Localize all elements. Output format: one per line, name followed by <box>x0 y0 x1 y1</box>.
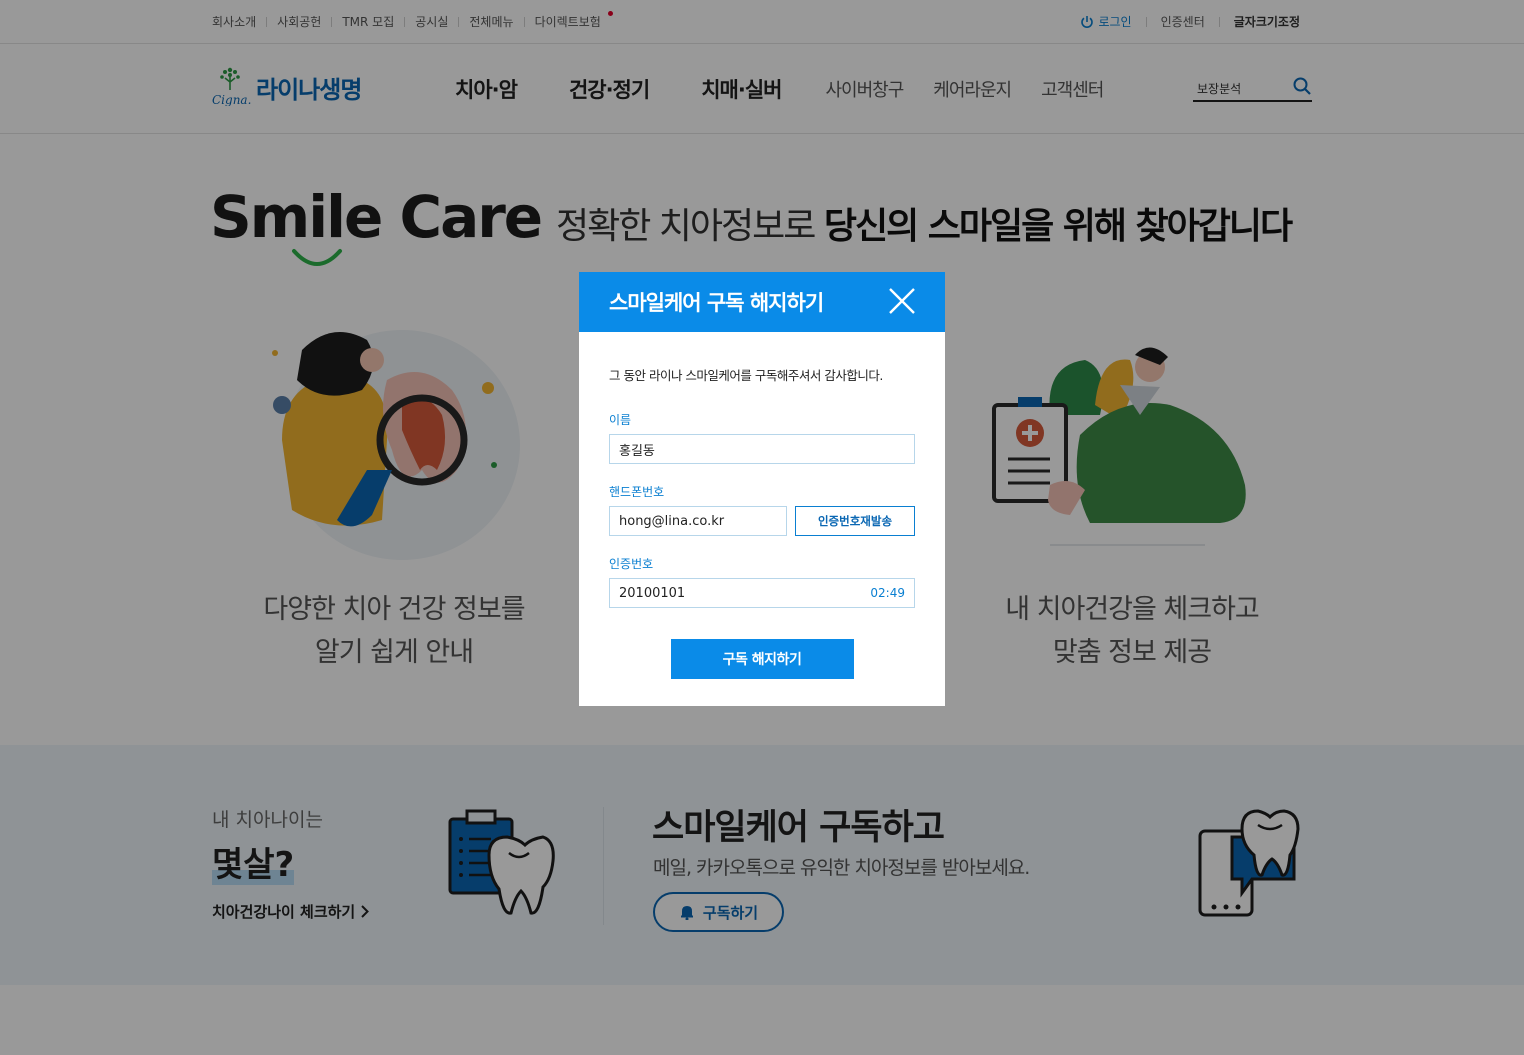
code-label: 인증번호 <box>609 557 654 571</box>
phone-row: 인증번호재발송 <box>609 506 915 536</box>
code-timer: 02:49 <box>870 586 905 600</box>
close-icon[interactable] <box>889 288 915 314</box>
code-field-box: 02:49 <box>609 578 915 608</box>
unsubscribe-modal: 스마일케어 구독 해지하기 그 동안 라이나 스마일케어를 구독해주셔서 감사합… <box>579 272 945 706</box>
resend-code-button[interactable]: 인증번호재발송 <box>795 506 915 536</box>
name-field-box <box>609 434 915 464</box>
name-label: 이름 <box>609 413 632 427</box>
thanks-message: 그 동안 라이나 스마일케어를 구독해주셔서 감사합니다. <box>609 368 883 383</box>
modal-header: 스마일케어 구독 해지하기 <box>579 272 945 332</box>
modal-title: 스마일케어 구독 해지하기 <box>609 291 824 315</box>
phone-input[interactable] <box>619 513 777 529</box>
name-input[interactable] <box>619 441 905 457</box>
code-input[interactable] <box>619 585 905 601</box>
phone-field-box <box>609 506 787 536</box>
modal-body: 그 동안 라이나 스마일케어를 구독해주셔서 감사합니다. 이름 핸드폰번호 인… <box>579 332 945 679</box>
unsubscribe-submit-button[interactable]: 구독 해지하기 <box>670 639 854 679</box>
phone-label: 핸드폰번호 <box>609 485 665 499</box>
